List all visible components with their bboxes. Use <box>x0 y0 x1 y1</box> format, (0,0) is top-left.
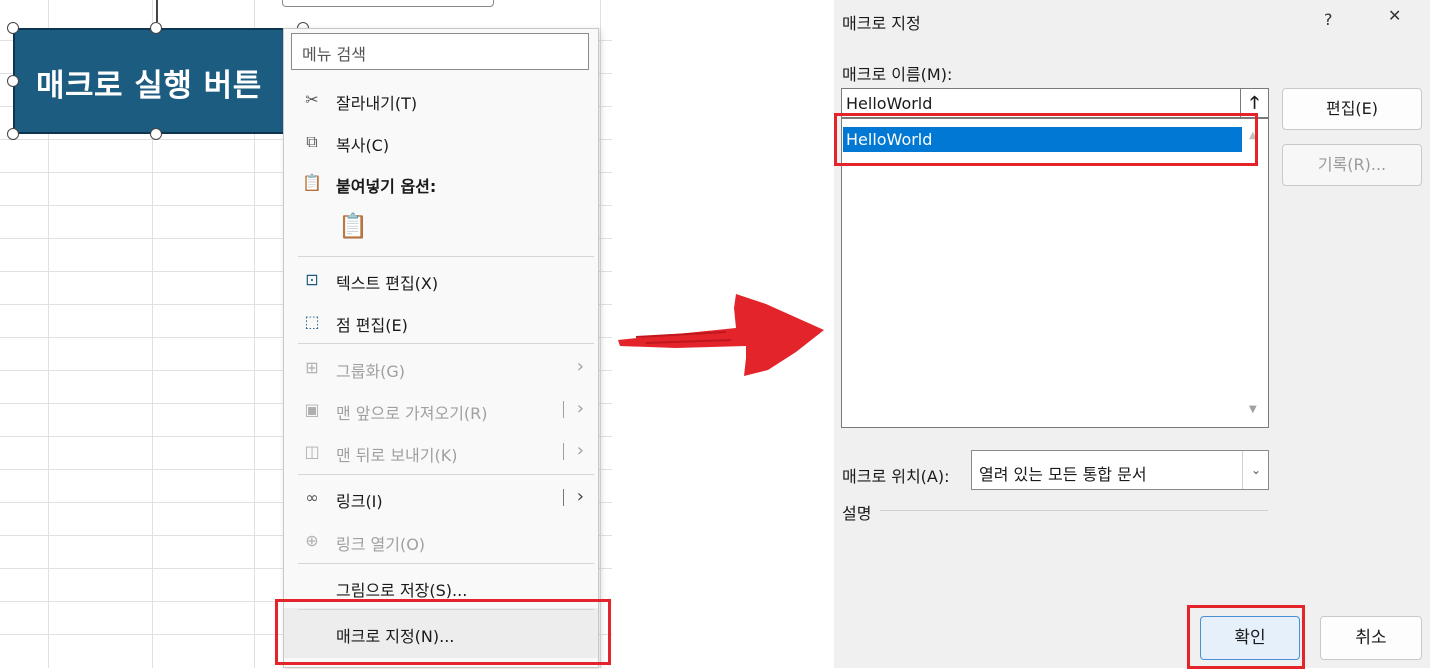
highlight-box <box>834 113 1258 166</box>
menu-item-cut[interactable]: ✂ 잘라내기(T) <box>284 80 598 120</box>
menu-item-label: 링크 열기(O) <box>336 535 426 554</box>
menu-item-paste-options: 📋 붙여넣기 옵션: <box>284 163 598 203</box>
highlight-box <box>275 599 611 665</box>
split-divider <box>563 443 564 460</box>
resize-handle[interactable] <box>150 22 162 34</box>
record-button: 기록(R)... <box>1282 144 1422 186</box>
menu-separator <box>298 256 594 257</box>
menu-item-group: ⊞ 그룹화(G) › <box>284 348 598 388</box>
resize-handle[interactable] <box>7 75 19 87</box>
macro-name-label: 매크로 이름(M): <box>842 65 953 84</box>
red-arrow-icon <box>618 294 824 376</box>
open-link-icon: ⊕ <box>305 531 319 550</box>
menu-item-label: 점 편집(E) <box>336 316 408 335</box>
description-label: 설명 <box>842 504 872 523</box>
menu-item-bring-to-front: ▣ 맨 앞으로 가져오기(R) › <box>284 390 598 430</box>
menu-item-label: 잘라내기(T) <box>336 94 418 113</box>
resize-handle[interactable] <box>7 22 19 34</box>
cancel-button[interactable]: 취소 <box>1320 616 1422 660</box>
menu-item-label: 링크(I) <box>336 492 383 511</box>
chevron-right-icon: › <box>576 356 584 377</box>
macro-location-label: 매크로 위치(A): <box>842 467 950 486</box>
chevron-right-icon: › <box>576 398 584 419</box>
menu-item-link[interactable]: ∞ 링크(I) › <box>284 478 598 518</box>
menu-separator <box>298 563 594 564</box>
menu-item-label: 복사(C) <box>336 136 390 155</box>
menu-item-label: 텍스트 편집(X) <box>336 274 439 293</box>
group-icon: ⊞ <box>305 358 319 377</box>
help-button[interactable]: ? <box>1324 10 1333 29</box>
highlight-box <box>1187 605 1305 669</box>
menu-item-open-link: ⊕ 링크 열기(O) <box>284 521 598 561</box>
chevron-right-icon: › <box>576 486 584 507</box>
menu-item-send-to-back: ◫ 맨 뒤로 보내기(K) › <box>284 432 598 472</box>
edit-points-icon: ⬚ <box>304 312 320 331</box>
chevron-down-icon[interactable]: ⌄ <box>1242 451 1269 489</box>
dialog-title: 매크로 지정 <box>842 14 921 33</box>
menu-item-label: 맨 뒤로 보내기(K) <box>336 446 458 465</box>
paste-icon: 📋 <box>338 212 368 240</box>
copy-icon: ⧉ <box>306 132 318 151</box>
macro-button-label: 매크로 실행 버튼 <box>36 68 262 104</box>
menu-item-label: 그림으로 저장(S)... <box>336 581 468 600</box>
split-divider <box>563 489 564 506</box>
bring-to-front-icon: ▣ <box>304 400 320 419</box>
context-menu-items: ✂ 잘라내기(T) ⧉ 복사(C) 📋 붙여넣기 옵션: 📋 ⊡ 텍스트 편집(… <box>284 0 598 668</box>
resize-handle[interactable] <box>7 128 19 140</box>
menu-item-label: 그룹화(G) <box>336 362 406 381</box>
text-edit-icon: ⊡ <box>305 270 319 289</box>
paste-option-button[interactable]: 📋 <box>284 210 598 248</box>
resize-handle[interactable] <box>150 128 162 140</box>
rotation-handle-line <box>156 0 158 22</box>
scissors-icon: ✂ <box>305 90 319 109</box>
description-divider <box>880 510 1268 511</box>
menu-item-label: 맨 앞으로 가져오기(R) <box>336 404 488 423</box>
menu-item-edit-points[interactable]: ⬚ 점 편집(E) <box>284 302 598 342</box>
close-button[interactable]: ✕ <box>1388 6 1401 25</box>
menu-separator <box>298 343 594 344</box>
menu-item-copy[interactable]: ⧉ 복사(C) <box>284 122 598 162</box>
macro-location-select[interactable]: 열려 있는 모든 통합 문서 <box>971 450 1269 490</box>
menu-item-edit-text[interactable]: ⊡ 텍스트 편집(X) <box>284 260 598 300</box>
menu-item-label: 붙여넣기 옵션: <box>336 177 437 196</box>
send-to-back-icon: ◫ <box>304 442 320 461</box>
link-icon: ∞ <box>305 488 319 507</box>
menu-separator <box>298 474 594 475</box>
chevron-right-icon: › <box>576 440 584 461</box>
paste-icon: 📋 <box>302 173 322 192</box>
scroll-down-icon[interactable]: ▼ <box>1249 404 1257 415</box>
edit-button[interactable]: 편집(E) <box>1282 88 1422 130</box>
split-divider <box>563 401 564 418</box>
